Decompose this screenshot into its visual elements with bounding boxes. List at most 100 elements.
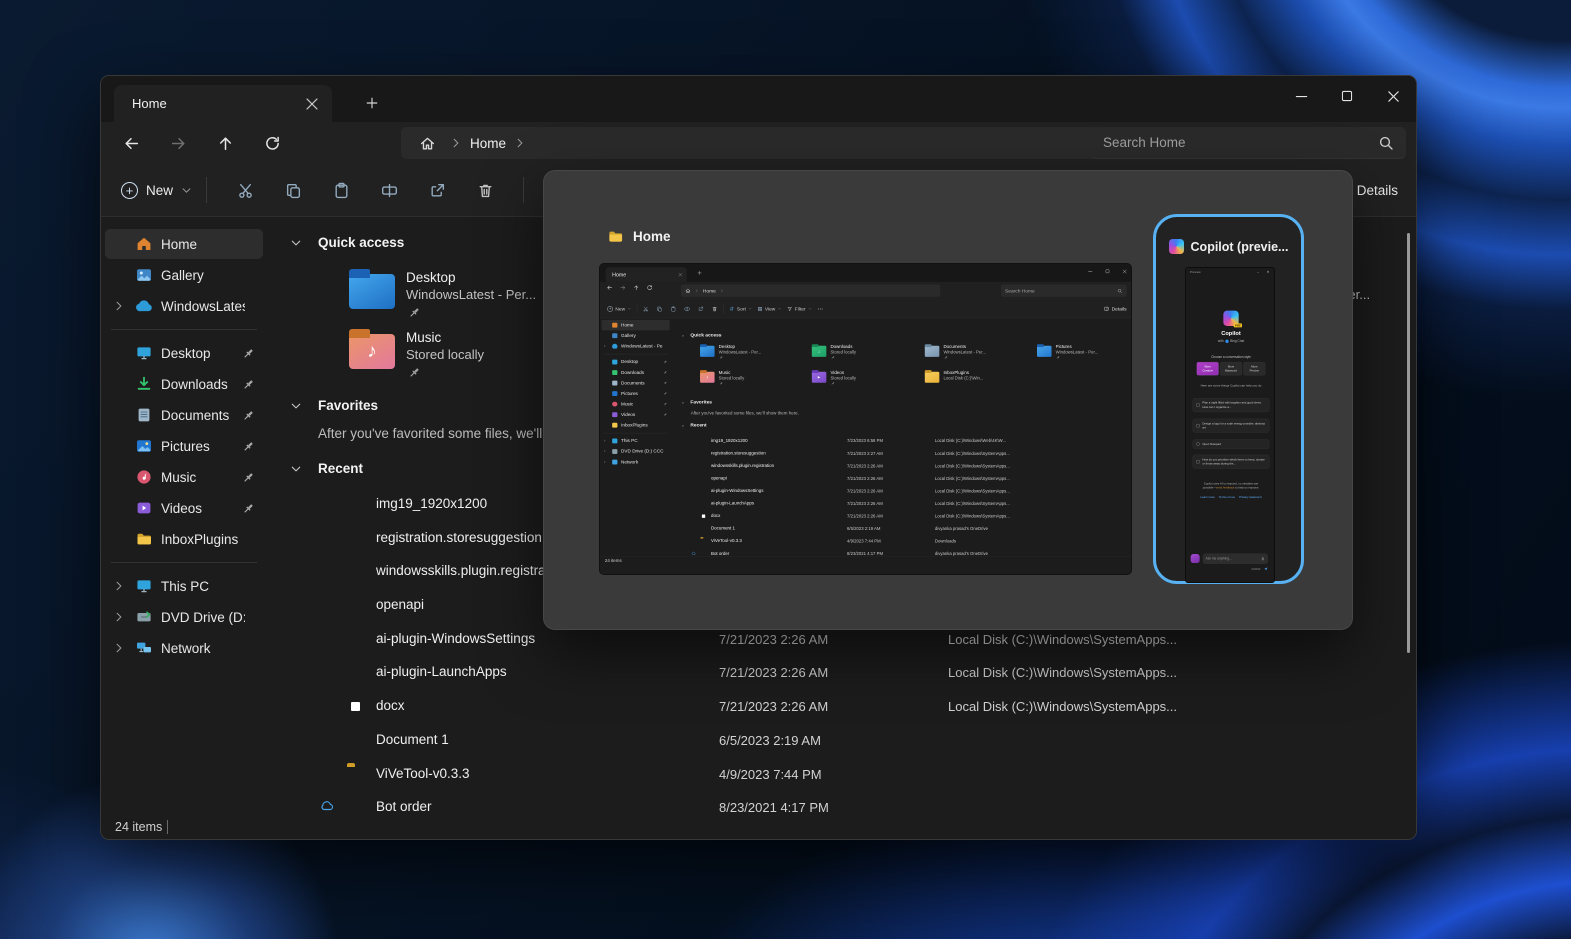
sidebar-item-documents[interactable]: Documents	[105, 400, 263, 430]
sidebar-item-onedrive[interactable]: WindowsLatest - Pe	[105, 291, 263, 321]
tab-close-icon[interactable]	[304, 96, 320, 112]
forward-button[interactable]	[161, 128, 195, 158]
chevron-right-icon[interactable]	[514, 137, 526, 149]
breadcrumb[interactable]: Home	[401, 127, 1181, 159]
thumbnail-copilot[interactable]: Copilot (previe... Preview – ✕ PRE Copil…	[1153, 214, 1304, 584]
pictures-icon	[135, 438, 152, 455]
thumb-title-copilot: Copilot (previe...	[1156, 239, 1301, 254]
mini-window-title: Preview	[1190, 270, 1201, 273]
details-label: Details	[1357, 183, 1398, 198]
rename-icon	[381, 182, 398, 199]
new-tab-button[interactable]	[359, 90, 385, 116]
new-button[interactable]: + New	[121, 182, 192, 199]
trash-icon	[712, 306, 718, 312]
back-icon	[606, 285, 612, 291]
rename-button[interactable]	[370, 173, 408, 207]
sidebar-label: Home	[161, 237, 245, 252]
sidebar-item-desktop[interactable]: Desktop	[105, 338, 263, 368]
share-button[interactable]	[418, 173, 456, 207]
sidebar: Home Gallery WindowsLatest - Pe Desktop …	[105, 228, 263, 816]
bing-chat-line: with Bing Chat	[1186, 339, 1275, 343]
zip-folder-icon	[347, 766, 365, 784]
delete-button[interactable]	[466, 173, 504, 207]
home-icon[interactable]	[419, 135, 436, 152]
file-row[interactable]: Bot order 8/23/2021 4:17 PM	[277, 791, 1414, 816]
section-favorites[interactable]: Favorites	[290, 398, 378, 413]
file-date: 4/9/2023 7:44 PM	[719, 767, 822, 782]
chevron-right-icon[interactable]	[113, 580, 125, 592]
close-button[interactable]	[1370, 76, 1416, 116]
chevron-down-icon[interactable]	[290, 463, 302, 475]
sidebar-item-network[interactable]: Network	[105, 633, 263, 663]
minimize-button[interactable]	[1278, 76, 1324, 116]
thumb-title-label: Copilot (previe...	[1191, 240, 1289, 254]
file-row[interactable]: Document 1 6/5/2023 2:19 AM	[277, 724, 1414, 758]
chevron-right-icon	[695, 289, 699, 293]
file-row[interactable]: ai-plugin-LaunchApps 7/21/2023 2:26 AM L…	[277, 656, 1414, 690]
copilot-logo: PRE	[1223, 311, 1238, 326]
copilot-disclaimer: Copilot uses AI to respond, so mistakes …	[1191, 481, 1270, 490]
mic-icon	[1261, 557, 1265, 561]
search-icon[interactable]	[1378, 135, 1394, 151]
suggestion-card: Open Notepad	[1193, 439, 1270, 449]
pin-icon	[242, 471, 255, 484]
sidebar-label: Documents	[161, 408, 245, 423]
sidebar-label: InboxPlugins	[161, 532, 245, 547]
sidebar-label: This PC	[161, 579, 245, 594]
section-recent[interactable]: Recent	[290, 461, 363, 476]
sidebar-item-pictures[interactable]: Pictures	[105, 431, 263, 461]
titlebar[interactable]: Home	[101, 76, 1416, 122]
rename-icon	[684, 306, 690, 312]
breadcrumb-home[interactable]: Home	[470, 136, 506, 151]
file-row[interactable]: ViVeTool-v0.3.3 4/9/2023 7:44 PM	[277, 758, 1414, 792]
sidebar-item-thispc[interactable]: This PC	[105, 571, 263, 601]
cut-button[interactable]	[226, 173, 264, 207]
chevron-down-icon[interactable]	[290, 400, 302, 412]
paste-button[interactable]	[322, 173, 360, 207]
docx-file-icon	[347, 698, 365, 716]
tile-name: Desktop	[406, 270, 456, 285]
file-date: 6/5/2023 2:19 AM	[719, 733, 821, 748]
home-icon	[135, 236, 152, 253]
folder-icon	[612, 423, 617, 428]
maximize-button[interactable]	[1324, 76, 1370, 116]
mini-tab-home: Home	[606, 267, 687, 282]
style-balanced-button: MoreBalanced	[1220, 362, 1242, 375]
chevron-right-icon[interactable]	[113, 611, 125, 623]
mini-sort: Sort	[729, 306, 752, 312]
pin-icon	[242, 378, 255, 391]
thumbnail-file-explorer[interactable]: Home	[599, 263, 1132, 575]
sidebar-item-downloads[interactable]: Downloads	[105, 369, 263, 399]
search-box[interactable]	[1091, 127, 1406, 159]
file-date: 7/21/2023 2:26 AM	[719, 665, 828, 680]
sidebar-item-dvd-drive[interactable]: DVD Drive (D:) CCC	[105, 602, 263, 632]
status-bar: 24 items	[101, 816, 1416, 839]
preview-badge: PRE	[1234, 323, 1242, 327]
mini-search: Search Home	[1001, 285, 1127, 297]
file-row[interactable]: docx 7/21/2023 2:26 AM Local Disk (C:)\W…	[277, 690, 1414, 724]
refresh-button[interactable]	[255, 128, 289, 158]
tab-home[interactable]: Home	[114, 85, 332, 122]
up-button[interactable]	[208, 128, 242, 158]
vertical-scrollbar[interactable]	[1407, 233, 1410, 653]
back-button[interactable]	[114, 128, 148, 158]
new-label: New	[146, 183, 173, 198]
chevron-down-icon[interactable]	[290, 237, 302, 249]
sidebar-item-gallery[interactable]: Gallery	[105, 260, 263, 290]
sidebar-label: Desktop	[161, 346, 245, 361]
sidebar-item-videos[interactable]: Videos	[105, 493, 263, 523]
network-icon	[135, 640, 152, 657]
gallery-icon	[135, 267, 152, 284]
chevron-right-icon[interactable]	[113, 300, 125, 312]
pin-icon	[242, 409, 255, 422]
copy-button[interactable]	[274, 173, 312, 207]
suggestion-card: Design a logo for a solar energy provide…	[1193, 419, 1270, 433]
file-location: Local Disk (C:)\Windows\SystemApps...	[948, 665, 1177, 680]
chevron-right-icon[interactable]	[113, 642, 125, 654]
sidebar-item-home[interactable]: Home	[105, 229, 263, 259]
section-quick-access[interactable]: Quick access	[290, 235, 404, 250]
sidebar-item-inboxplugins[interactable]: InboxPlugins	[105, 524, 263, 554]
search-input[interactable]	[1103, 135, 1378, 150]
send-feedback-link: send feedback	[1216, 486, 1234, 489]
sidebar-item-music[interactable]: Music	[105, 462, 263, 492]
